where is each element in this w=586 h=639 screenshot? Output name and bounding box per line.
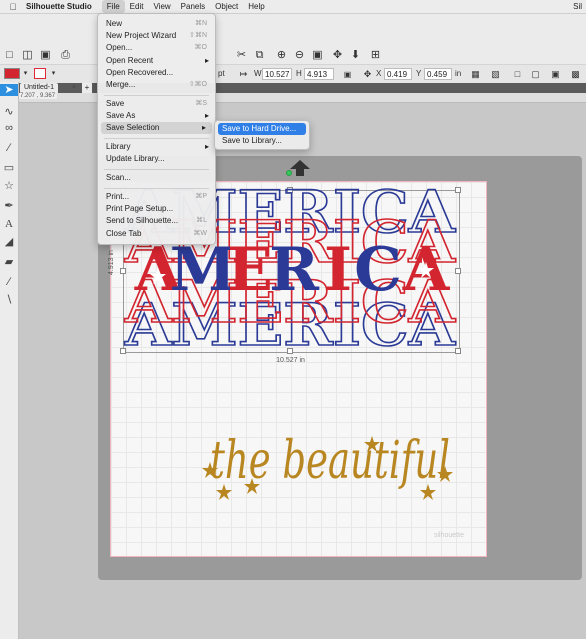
- menu-item-save-as[interactable]: Save As ▸: [98, 110, 215, 122]
- chevron-right-icon: ▸: [204, 111, 209, 120]
- menu-item-close-tab[interactable]: Close Tab ⌘W: [98, 228, 215, 240]
- letter-r: R: [269, 235, 320, 305]
- menu-item-update-library[interactable]: Update Library...: [98, 153, 215, 165]
- menu-item-save[interactable]: Save ⌘S: [98, 98, 215, 110]
- menu-item-print-page-setup[interactable]: Print Page Setup...: [98, 203, 215, 215]
- chevron-right-icon: ▸: [204, 142, 209, 151]
- menu-item-open[interactable]: Open... ⌘O: [98, 42, 215, 54]
- menu-item-new[interactable]: New ⌘N: [98, 18, 215, 30]
- menu-item-send-to-silhouette[interactable]: Send to Silhouette... ⌘L: [98, 215, 215, 227]
- design-artwork[interactable]: AMERICA AMERICA AMERICA AMERICA A M E R …: [0, 0, 586, 639]
- beautiful-script-text: the beautiful: [210, 431, 450, 491]
- menu-item-save-to-hard-drive[interactable]: Save to Hard Drive...: [218, 123, 306, 135]
- menu-separator: [104, 95, 209, 96]
- silhouette-watermark: silhouette: [434, 532, 464, 539]
- file-menu: New ⌘N New Project Wizard ⇧⌘N Open... ⌘O Op…: [97, 13, 216, 245]
- menu-item-save-to-library[interactable]: Save to Library...: [218, 135, 306, 147]
- menu-item-scan[interactable]: Scan...: [98, 172, 215, 184]
- letter-c: C: [354, 235, 402, 305]
- menu-separator: [104, 188, 209, 189]
- menu-item-open-recent[interactable]: Open Recent ▸: [98, 55, 215, 67]
- menu-separator: [104, 169, 209, 170]
- menu-item-open-recovered[interactable]: Open Recovered...: [98, 67, 215, 79]
- save-selection-submenu: Save to Hard Drive... Save to Library...: [214, 120, 310, 150]
- letter-e: E: [227, 235, 273, 305]
- menu-item-library[interactable]: Library ▸: [98, 141, 215, 153]
- menu-item-new-project-wizard[interactable]: New Project Wizard ⇧⌘N: [98, 30, 215, 42]
- menu-item-merge[interactable]: Merge... ⇧⌘O: [98, 79, 215, 91]
- menu-item-save-selection[interactable]: Save Selection ▸: [101, 122, 212, 134]
- letter-i: I: [324, 235, 352, 305]
- menu-item-print[interactable]: Print... ⌘P: [98, 191, 215, 203]
- chevron-right-icon: ▸: [201, 123, 206, 132]
- chevron-right-icon: ▸: [204, 56, 209, 65]
- america-solid-title: A M E R I C A: [134, 235, 451, 305]
- menu-separator: [104, 138, 209, 139]
